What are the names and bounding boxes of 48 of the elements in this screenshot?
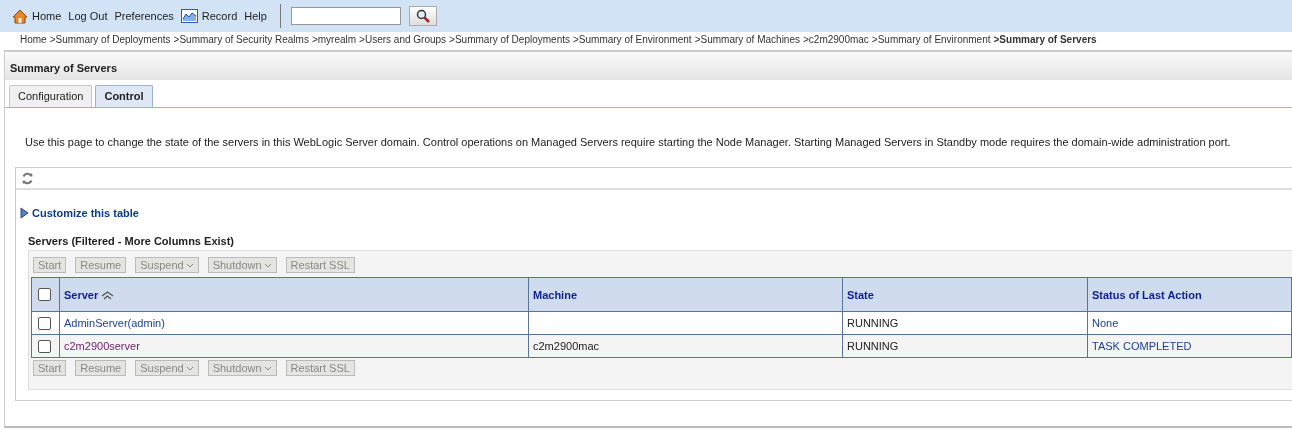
toolbar-link[interactable]: Preferences (114, 10, 174, 22)
server-link[interactable]: c2m2900server (64, 340, 140, 352)
toolbar-link[interactable]: Help (244, 10, 267, 22)
sort-ascending-icon (101, 291, 115, 301)
description-text: Use this page to change the state of the servers in this WebLogic Server domain. Control operations on Managed Servers require starting the Node Manager. Starting Managed Servers in Standby mode requires the domain-wide administration port. (25, 136, 1232, 148)
breadcrumb-link[interactable]: >Summary of Environment (573, 34, 692, 50)
column-header[interactable]: Machine (528, 277, 843, 312)
search-icon (415, 9, 430, 23)
breadcrumb-link[interactable]: >Users and Groups (359, 34, 447, 50)
table-cell: c2m2900mac (533, 340, 600, 352)
tab[interactable]: Configuration (9, 85, 93, 107)
breadcrumb-link[interactable]: >Summary of Deployments (49, 34, 171, 50)
table-cell: RUNNING (847, 317, 899, 329)
search-field[interactable] (290, 7, 401, 25)
table-cell: TASK COMPLETED (1092, 340, 1192, 352)
toolbar-link[interactable]: Record (201, 10, 238, 22)
breadcrumb-link[interactable]: >Summary of Deployments (449, 34, 570, 50)
caret-icon (185, 365, 194, 371)
table-caption: Servers (Filtered - More Columns Exist) (28, 235, 235, 247)
expand-triangle-icon[interactable] (20, 207, 29, 219)
column-header[interactable]: State (842, 277, 1088, 312)
breadcrumb-link[interactable]: >myrealm (311, 34, 357, 50)
table-cell: RUNNING (847, 340, 899, 352)
caret-icon (263, 262, 272, 268)
caret-icon (263, 365, 272, 371)
checkbox[interactable] (38, 288, 51, 302)
house-icon[interactable] (12, 8, 28, 24)
chart-icon[interactable] (180, 9, 198, 23)
checkbox[interactable] (38, 339, 51, 353)
caret-icon (185, 262, 194, 268)
breadcrumb-link[interactable]: >Summary of Environment (871, 34, 991, 50)
customize-table-link[interactable]: Customize this table (32, 207, 139, 219)
column-header[interactable]: Server (59, 277, 529, 312)
server-link[interactable]: AdminServer(admin) (64, 317, 165, 329)
checkbox[interactable] (38, 316, 51, 330)
toolbar-link[interactable]: Log Out (68, 10, 108, 22)
breadcrumb-link[interactable]: >c2m2900mac (803, 34, 869, 50)
tab[interactable]: Control (95, 85, 153, 107)
column-header[interactable]: Status of Last Action (1087, 277, 1292, 312)
refresh-icon[interactable] (21, 171, 34, 185)
breadcrumb-link[interactable]: >Summary of Machines (694, 34, 800, 50)
breadcrumb-link[interactable]: >Summary of Security Realms (173, 34, 309, 50)
breadcrumb-link[interactable]: Home (20, 34, 47, 50)
table-cell: None (1092, 317, 1119, 329)
page-title: Summary of Servers (5, 50, 1292, 80)
search-button[interactable] (408, 6, 437, 26)
breadcrumb-link[interactable]: >Summary of Servers (993, 34, 1097, 50)
toolbar-link[interactable]: Home (32, 10, 62, 22)
